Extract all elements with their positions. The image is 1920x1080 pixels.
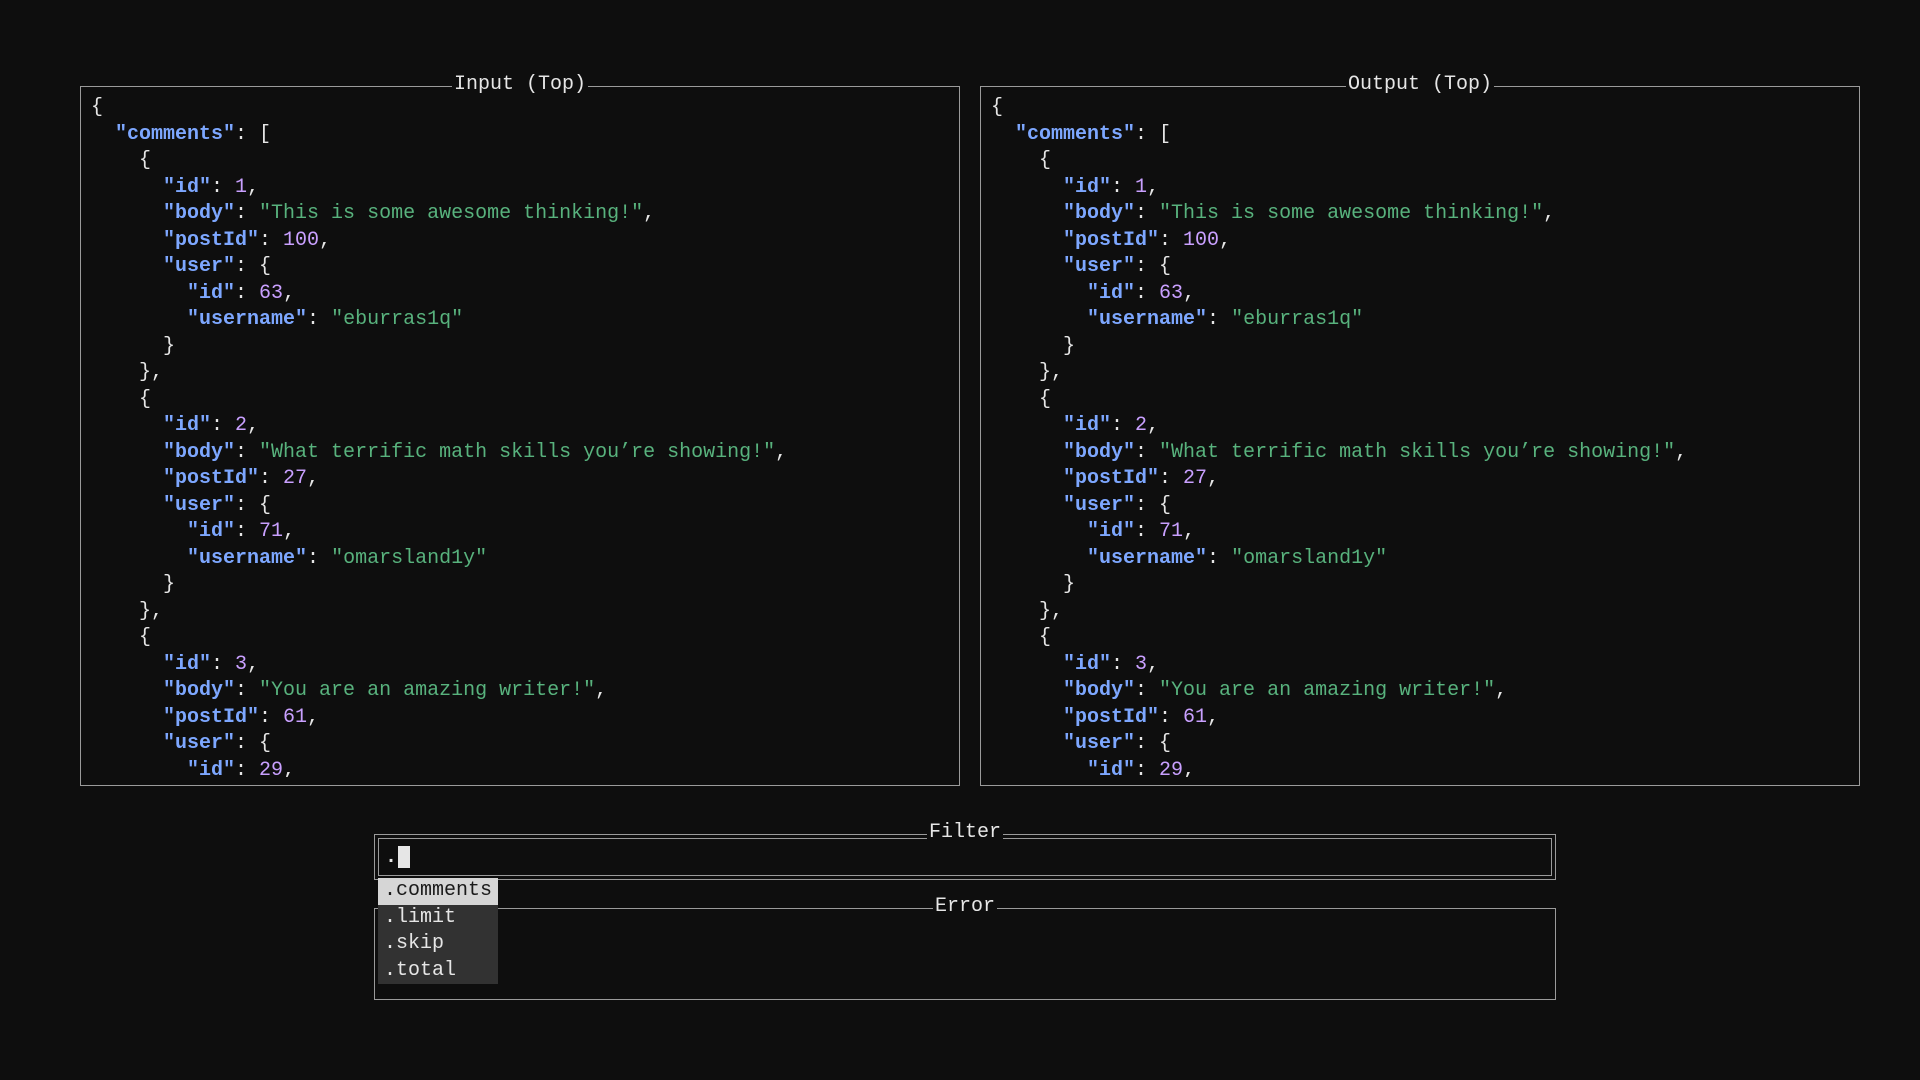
error-text bbox=[385, 917, 1545, 991]
input-json: { "comments": [ { "id": 1, "body": "This… bbox=[91, 95, 949, 777]
autocomplete-item[interactable]: .total bbox=[378, 958, 498, 985]
autocomplete-item[interactable]: .limit bbox=[378, 905, 498, 932]
output-json: { "comments": [ { "id": 1, "body": "This… bbox=[991, 95, 1849, 777]
error-panel-title: Error bbox=[933, 895, 997, 918]
input-panel[interactable]: Input (Top) { "comments": [ { "id": 1, "… bbox=[80, 86, 960, 786]
input-panel-title: Input (Top) bbox=[452, 73, 588, 96]
output-panel-title: Output (Top) bbox=[1346, 73, 1494, 96]
filter-input-text: . bbox=[385, 846, 397, 869]
autocomplete-item[interactable]: .skip bbox=[378, 931, 498, 958]
autocomplete-item[interactable]: .comments bbox=[378, 878, 498, 905]
filter-panel-title: Filter bbox=[927, 821, 1003, 844]
filter-panel: Filter . bbox=[374, 834, 1556, 880]
filter-input[interactable]: . bbox=[385, 843, 1545, 871]
error-panel: Error bbox=[374, 908, 1556, 1000]
autocomplete-popup[interactable]: .comments.limit.skip.total bbox=[378, 878, 498, 984]
text-cursor bbox=[398, 846, 410, 868]
output-panel[interactable]: Output (Top) { "comments": [ { "id": 1, … bbox=[980, 86, 1860, 786]
